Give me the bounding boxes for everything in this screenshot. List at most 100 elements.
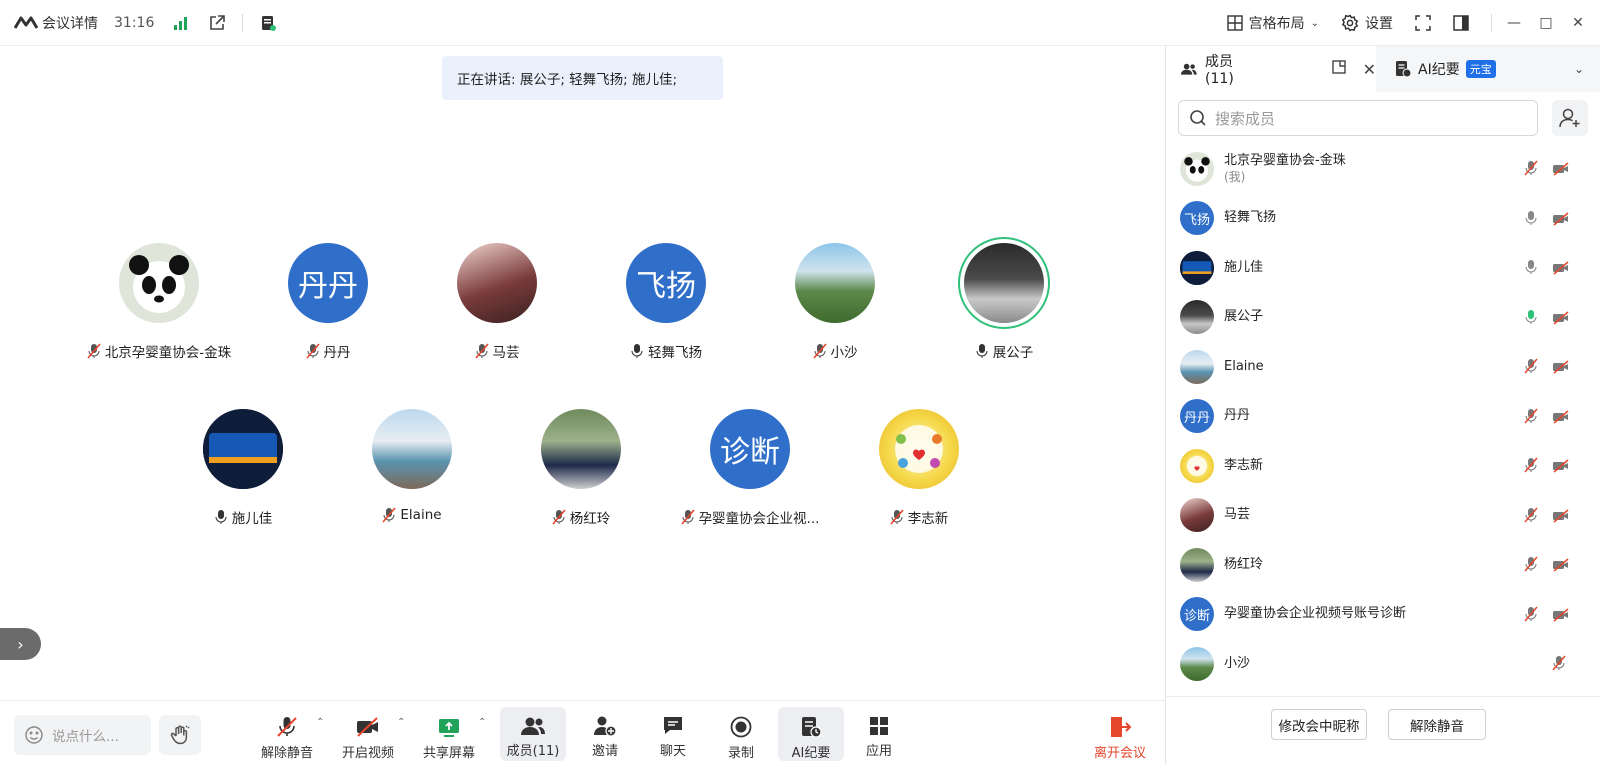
unmute-button[interactable]: 解除静音 xyxy=(254,707,320,761)
member-self-tag: (我) xyxy=(1224,169,1246,184)
member-row[interactable]: 杨红玲 xyxy=(1166,540,1600,590)
participant-tile[interactable]: 诊断 孕婴童协会企业视... xyxy=(665,409,835,527)
camera-off-icon[interactable] xyxy=(1552,508,1570,527)
avatar-panda xyxy=(1180,151,1214,186)
tab-ai-minutes[interactable]: AI纪要 元宝 ⌄ xyxy=(1376,46,1600,92)
quick-chat-input[interactable]: 说点什么... xyxy=(14,715,151,755)
camera-off-icon[interactable] xyxy=(1552,211,1570,230)
invite-label: 邀请 xyxy=(591,744,618,759)
camera-off-icon xyxy=(357,717,378,737)
participant-tile[interactable]: 北京孕婴童协会-金珠 xyxy=(74,243,244,361)
participant-tile[interactable]: 展公子 xyxy=(919,243,1089,361)
camera-off-icon[interactable] xyxy=(1552,359,1570,378)
mic-muted-icon[interactable] xyxy=(1524,358,1538,378)
mic-active-icon[interactable] xyxy=(1524,259,1538,279)
avatar-photo xyxy=(1180,547,1214,582)
member-search-input[interactable]: 搜索成员 xyxy=(1178,100,1538,136)
member-row[interactable]: 诊断 孕婴童协会企业视频号账号诊断 xyxy=(1166,590,1600,640)
members-icon xyxy=(521,717,545,735)
popout-icon[interactable] xyxy=(1331,59,1347,79)
participant-name: 小沙 xyxy=(830,345,858,361)
start-video-button[interactable]: 开启视频 xyxy=(335,707,401,761)
mic-muted-icon[interactable] xyxy=(1524,507,1538,527)
camera-off-icon[interactable] xyxy=(1552,607,1570,626)
camera-off-icon[interactable] xyxy=(1552,260,1570,279)
mic-muted-icon[interactable] xyxy=(1524,408,1538,428)
avatar-logo xyxy=(1180,448,1214,483)
close-icon[interactable]: ✕ xyxy=(1363,60,1376,79)
member-row[interactable]: 丹丹 丹丹 xyxy=(1166,392,1600,442)
members-button[interactable]: 成员(11) xyxy=(500,707,566,761)
participant-tile[interactable]: 马芸 xyxy=(412,243,582,361)
camera-off-icon[interactable] xyxy=(1552,557,1570,576)
member-row[interactable]: 展公子 xyxy=(1166,293,1600,343)
participant-tile[interactable]: 李志新 xyxy=(834,409,1004,527)
member-row[interactable]: 李志新 xyxy=(1166,441,1600,491)
mic-muted-icon[interactable] xyxy=(1552,655,1566,675)
member-row[interactable]: 施儿佳 xyxy=(1166,243,1600,293)
member-name: 展公子 xyxy=(1224,309,1264,325)
add-member-button[interactable] xyxy=(1552,100,1588,136)
members-icon xyxy=(1181,63,1197,75)
chat-button[interactable]: 聊天 xyxy=(640,707,706,761)
minimize-button[interactable]: — xyxy=(1498,15,1530,31)
participant-tile[interactable]: 小沙 xyxy=(750,243,920,361)
sidebar-toggle-button[interactable] xyxy=(1453,15,1469,31)
mic-speaking-icon[interactable] xyxy=(1524,309,1538,329)
tab-members[interactable]: 成员(11) ✕ xyxy=(1166,46,1376,92)
invite-button[interactable]: 邀请 xyxy=(572,707,638,761)
mic-muted-icon[interactable] xyxy=(1524,556,1538,576)
rename-button[interactable]: 修改会中昵称 xyxy=(1271,709,1367,740)
camera-off-icon[interactable] xyxy=(1552,161,1570,180)
camera-off-icon[interactable] xyxy=(1552,458,1570,477)
expand-filmstrip-button[interactable]: › xyxy=(0,628,41,660)
mic-muted-icon[interactable] xyxy=(1524,457,1538,477)
meeting-toolbar: 说点什么... 解除静音 ⌃ 开启视频 ⌃ 共享屏幕 ⌃ 成员(11) 邀请 聊… xyxy=(0,700,1165,765)
leave-meeting-button[interactable]: 离开会议 xyxy=(1082,707,1158,761)
member-row[interactable]: Elaine xyxy=(1166,342,1600,392)
participant-tile[interactable]: 丹丹 丹丹 xyxy=(243,243,413,361)
mic-muted-icon[interactable] xyxy=(1524,160,1538,180)
member-row[interactable]: 北京孕婴童协会-金珠 (我) xyxy=(1166,144,1600,194)
ai-minutes-button[interactable]: AI纪要 xyxy=(778,707,844,761)
share-screen-button[interactable]: 共享屏幕 xyxy=(416,707,482,761)
participant-tile[interactable]: 杨红玲 xyxy=(496,409,666,527)
share-link-icon[interactable] xyxy=(206,12,228,34)
settings-button[interactable]: 设置 xyxy=(1341,13,1393,33)
maximize-button[interactable]: □ xyxy=(1530,15,1562,31)
audio-options-caret[interactable]: ⌃ xyxy=(316,717,324,728)
video-options-caret[interactable]: ⌃ xyxy=(397,717,405,728)
member-name: Elaine xyxy=(1224,358,1264,374)
camera-off-icon[interactable] xyxy=(1552,310,1570,329)
mic-muted-icon[interactable] xyxy=(1524,606,1538,626)
add-user-icon xyxy=(1559,108,1580,128)
notes-icon[interactable] xyxy=(257,12,279,34)
exit-icon xyxy=(1111,717,1132,737)
members-tab-label: 成员(11) xyxy=(1205,54,1234,87)
signal-icon[interactable] xyxy=(170,12,192,34)
layout-button[interactable]: 宫格布局 ⌄ xyxy=(1226,13,1319,33)
member-row[interactable]: 小沙 xyxy=(1166,639,1600,689)
unmute-all-button[interactable]: 解除静音 xyxy=(1388,709,1486,740)
avatar-photo xyxy=(1180,349,1214,384)
participant-name: 杨红玲 xyxy=(569,511,611,527)
avatar-photo xyxy=(1180,646,1214,681)
member-row[interactable]: 马芸 xyxy=(1166,491,1600,541)
search-placeholder: 搜索成员 xyxy=(1215,109,1276,128)
close-button[interactable]: ✕ xyxy=(1562,15,1594,31)
participant-name: 展公子 xyxy=(992,345,1034,361)
record-button[interactable]: 录制 xyxy=(708,707,774,761)
unmute-label: 解除静音 xyxy=(260,746,313,761)
share-options-caret[interactable]: ⌃ xyxy=(478,717,486,728)
participant-tile[interactable]: Elaine xyxy=(327,409,497,523)
fullscreen-button[interactable] xyxy=(1415,15,1431,31)
mic-active-icon[interactable] xyxy=(1524,210,1538,230)
raise-hand-button[interactable] xyxy=(159,715,201,755)
camera-off-icon[interactable] xyxy=(1552,409,1570,428)
participant-tile[interactable]: 飞扬 轻舞飞扬 xyxy=(581,243,751,361)
chevron-down-icon[interactable]: ⌄ xyxy=(1574,62,1584,76)
participant-tile[interactable]: 施儿佳 xyxy=(158,409,328,527)
apps-button[interactable]: 应用 xyxy=(846,707,912,761)
member-row[interactable]: 飞扬 轻舞飞扬 xyxy=(1166,194,1600,244)
meeting-details-link[interactable]: 会议详情 xyxy=(42,13,98,33)
